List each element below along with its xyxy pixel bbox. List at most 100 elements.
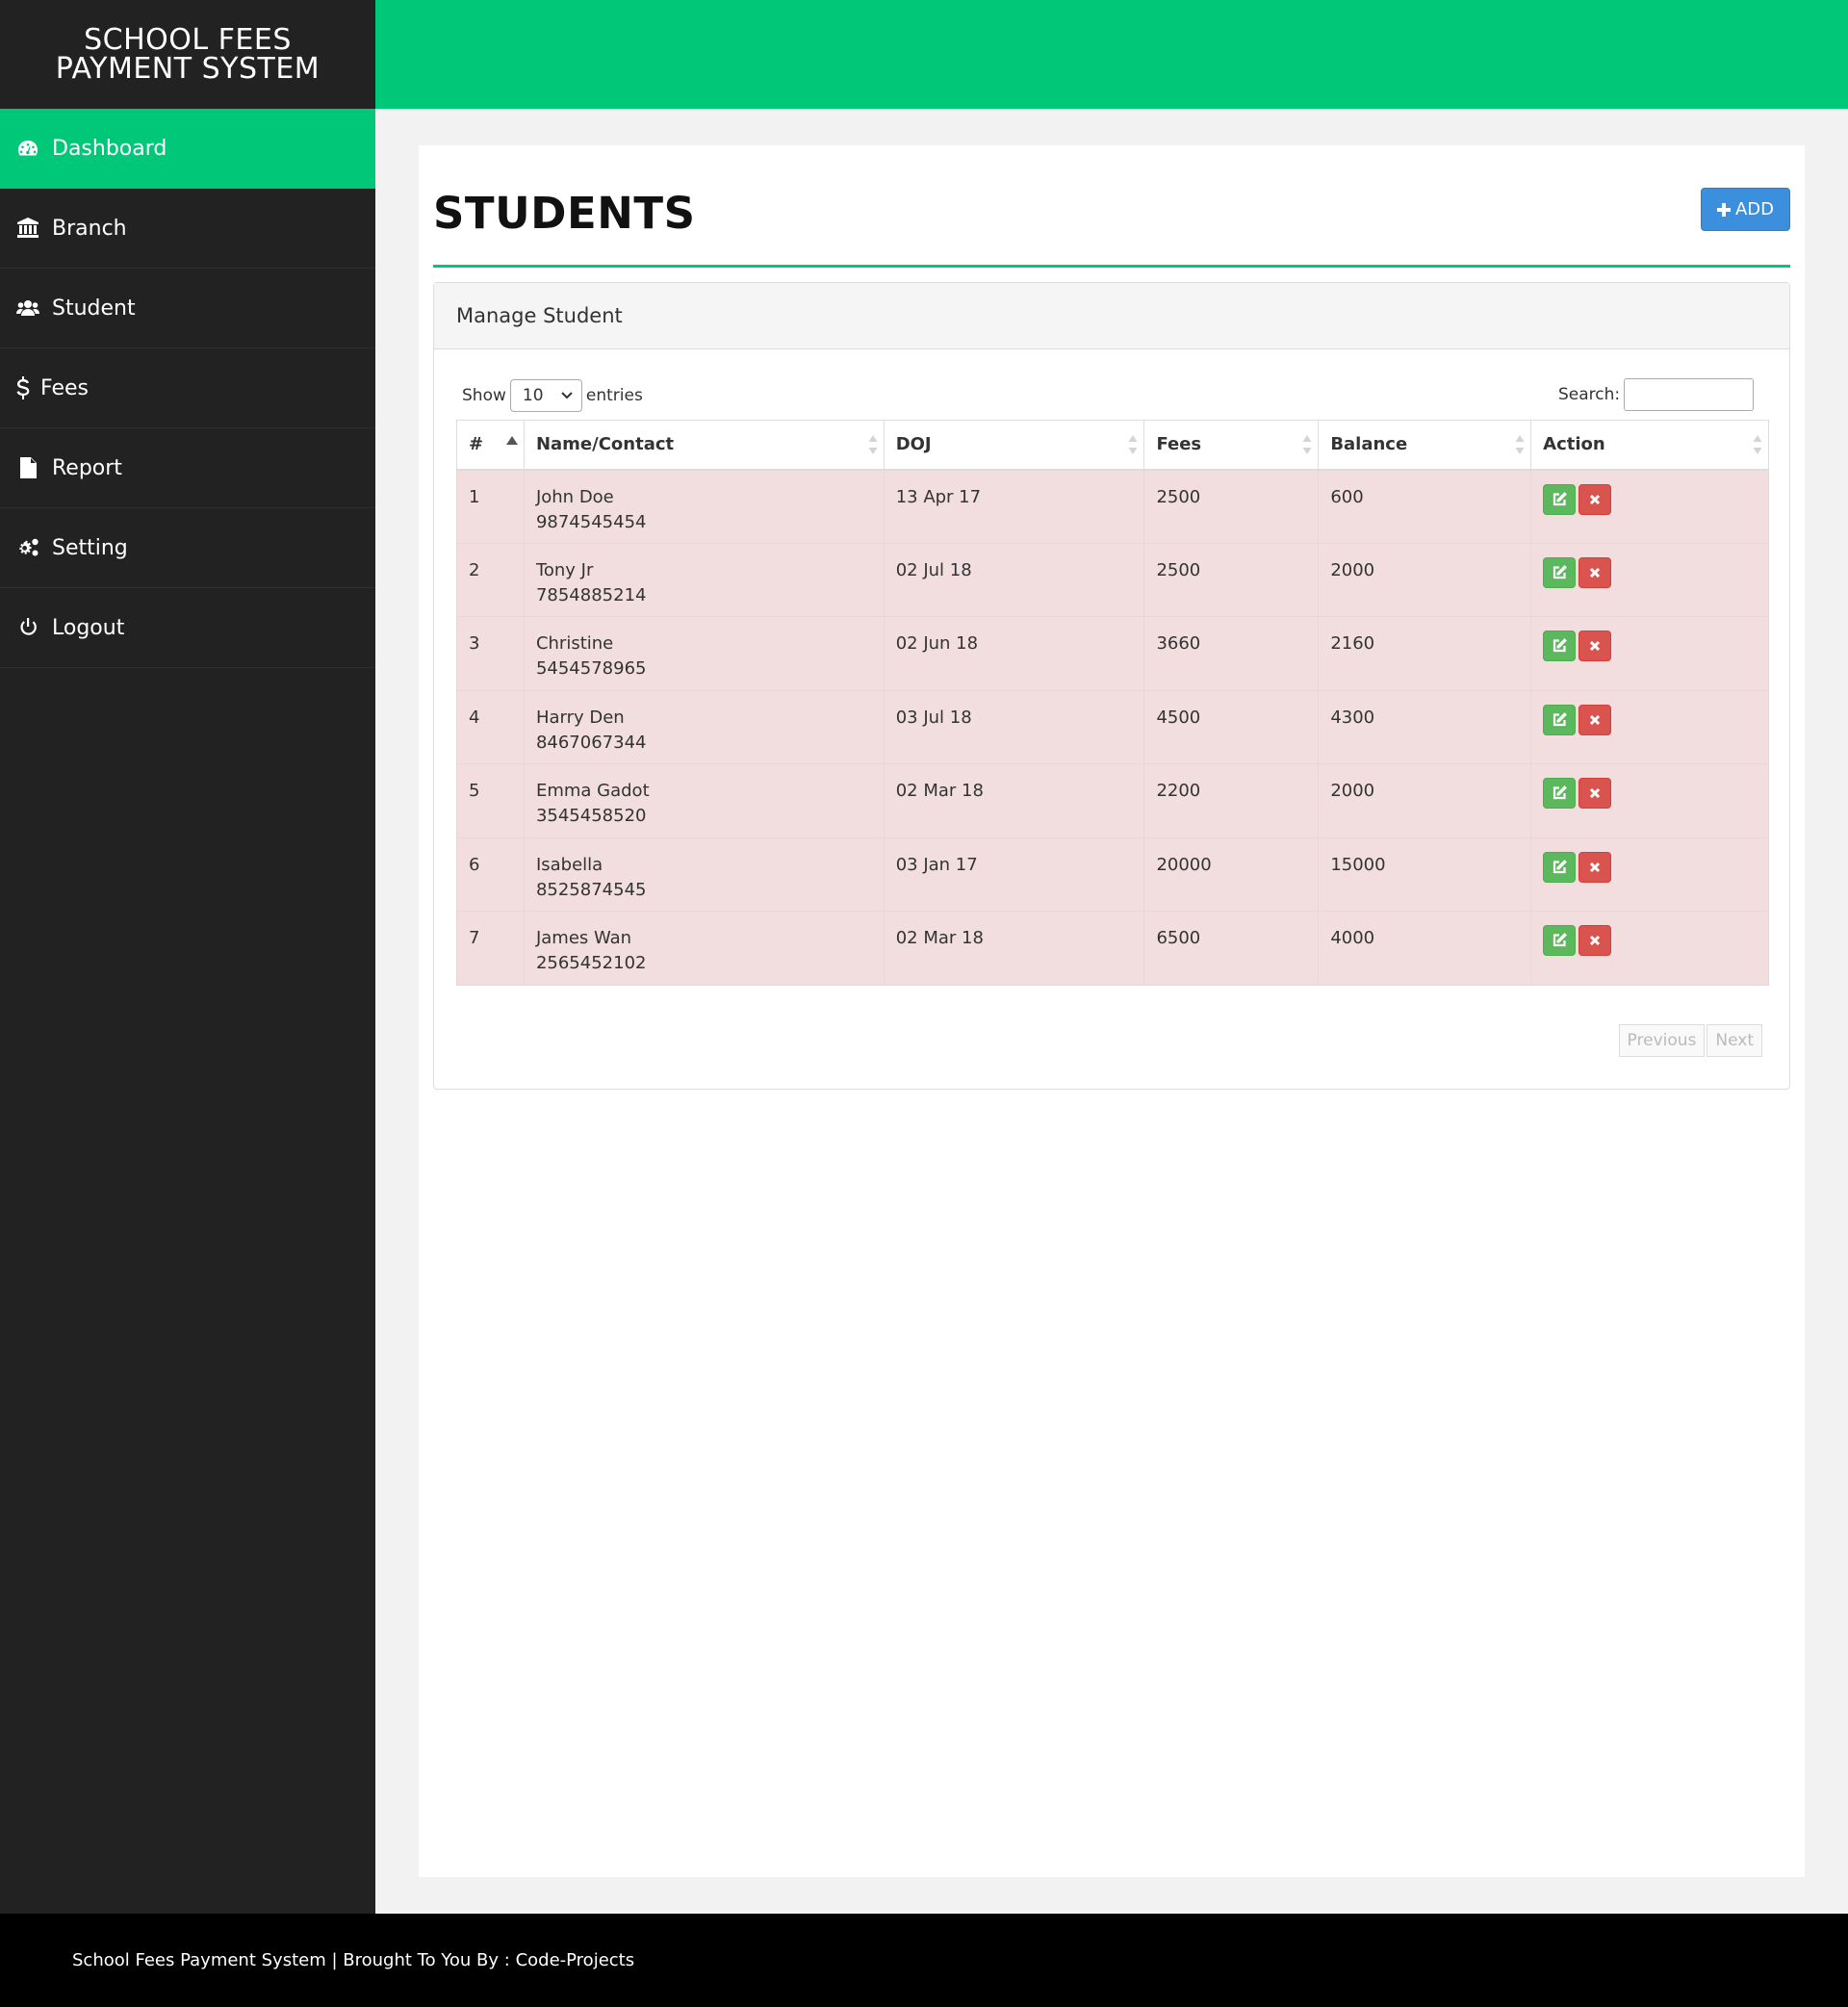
top-bar: [375, 0, 1848, 109]
main-content: STUDENTS ADD Manage Student Show 10 entr…: [419, 145, 1805, 1877]
sidebar-item-dashboard[interactable]: Dashboard: [0, 109, 375, 189]
delete-button[interactable]: [1578, 556, 1612, 588]
student-contact: 8525874545: [535, 879, 647, 900]
edit-button[interactable]: [1543, 925, 1577, 956]
student-name: Christine: [535, 633, 614, 654]
cell-number: 7: [456, 911, 525, 986]
cell-action: [1530, 469, 1769, 544]
add-button-label: ADD: [1734, 199, 1775, 219]
footer-text: School Fees Payment System | Brought To …: [72, 1950, 635, 1970]
sidebar-item-label: Dashboard: [52, 136, 167, 161]
edit-button[interactable]: [1543, 556, 1577, 588]
column-header-number[interactable]: #: [456, 420, 525, 471]
previous-page-button[interactable]: Previous: [1618, 1024, 1706, 1057]
column-header-doj[interactable]: DOJ: [883, 420, 1145, 471]
cell-doj: 02 Jun 18: [883, 616, 1145, 691]
column-header-action[interactable]: Action: [1530, 420, 1769, 471]
cell-name-contact: Christine 5454578965: [523, 616, 885, 691]
sort-icon: [1302, 435, 1312, 454]
student-contact: 7854885214: [535, 584, 647, 605]
student-contact: 2565452102: [535, 953, 647, 973]
student-name: John Doe: [535, 486, 614, 507]
table-header-row: # Name/Contact DOJ Fees Balance Action: [456, 420, 1769, 471]
edit-icon: [1553, 638, 1568, 653]
cell-balance: 4300: [1318, 689, 1532, 764]
delete-button[interactable]: [1578, 925, 1612, 956]
delete-button[interactable]: [1578, 778, 1612, 809]
cell-name-contact: Tony Jr 7854885214: [523, 542, 885, 617]
table-row: 4 Harry Den 8467067344 03 Jul 18 4500 430…: [456, 689, 1769, 764]
add-student-button[interactable]: ADD: [1701, 188, 1790, 231]
pagination: Previous Next: [1617, 1024, 1762, 1057]
search-input[interactable]: [1624, 378, 1755, 411]
edit-button[interactable]: [1543, 778, 1577, 809]
bank-icon: [13, 217, 42, 240]
delete-button[interactable]: [1578, 704, 1612, 735]
sidebar-item-setting[interactable]: Setting: [0, 508, 375, 588]
table-row: 2 Tony Jr 7854885214 02 Jul 18 2500 2000: [456, 542, 1769, 617]
entries-select[interactable]: 10: [509, 379, 582, 412]
sidebar-item-logout[interactable]: Logout: [0, 588, 375, 668]
close-icon: [1590, 935, 1601, 946]
delete-button[interactable]: [1578, 630, 1612, 661]
sidebar-item-branch[interactable]: Branch: [0, 189, 375, 269]
cell-name-contact: John Doe 9874545454: [523, 469, 885, 544]
column-header-fees[interactable]: Fees: [1143, 420, 1320, 471]
cell-doj: 02 Jul 18: [883, 542, 1145, 617]
cell-name-contact: James Wan 2565452102: [523, 911, 885, 986]
edit-button[interactable]: [1543, 851, 1577, 883]
student-name: Emma Gadot: [535, 781, 650, 801]
close-icon: [1590, 787, 1601, 799]
edit-button[interactable]: [1543, 630, 1577, 661]
delete-button[interactable]: [1578, 851, 1612, 883]
cell-doj: 13 Apr 17: [883, 469, 1145, 544]
cell-balance: 2000: [1318, 763, 1532, 838]
next-page-button[interactable]: Next: [1707, 1024, 1762, 1057]
cell-fees: 3660: [1143, 616, 1320, 691]
cell-name-contact: Isabella 8525874545: [523, 836, 885, 912]
cell-number: 5: [456, 763, 525, 838]
file-icon: [13, 456, 42, 479]
table-row: 1 John Doe 9874545454 13 Apr 17 2500 600: [456, 469, 1769, 544]
show-label: Show: [462, 386, 506, 405]
cell-action: [1530, 616, 1769, 691]
delete-button[interactable]: [1578, 483, 1612, 515]
cell-balance: 15000: [1318, 836, 1532, 912]
cell-doj: 02 Mar 18: [883, 911, 1145, 986]
cell-balance: 2160: [1318, 616, 1532, 691]
dollar-icon: [13, 376, 33, 399]
cell-fees: 4500: [1143, 689, 1320, 764]
table-row: 6 Isabella 8525874545 03 Jan 17 20000 150…: [456, 836, 1769, 912]
edit-button[interactable]: [1543, 483, 1577, 515]
sidebar: SCHOOL FEES PAYMENT SYSTEM Dashboard Bra…: [0, 0, 375, 1914]
cell-doj: 03 Jul 18: [883, 689, 1145, 764]
manage-student-panel: Manage Student Show 10 entries Search: #…: [433, 282, 1790, 1090]
sidebar-item-report[interactable]: Report: [0, 428, 375, 508]
chevron-down-icon: [561, 392, 573, 399]
search-label: Search:: [1558, 385, 1621, 404]
sidebar-item-fees[interactable]: Fees: [0, 348, 375, 428]
page-title: STUDENTS: [433, 188, 696, 239]
power-icon: [13, 616, 42, 639]
cell-number: 2: [456, 542, 525, 617]
edit-icon: [1553, 933, 1568, 947]
column-header-name[interactable]: Name/Contact: [523, 420, 885, 471]
cell-number: 1: [456, 469, 525, 544]
entries-select-value: 10: [522, 386, 544, 405]
sort-icon: [1128, 435, 1138, 454]
sort-icon: [868, 435, 878, 454]
student-contact: 3545458520: [535, 806, 647, 826]
search-control: Search:: [1558, 378, 1755, 411]
student-name: Tony Jr: [535, 559, 594, 580]
student-name: James Wan: [535, 928, 632, 948]
sidebar-item-student[interactable]: Student: [0, 269, 375, 348]
cell-number: 4: [456, 689, 525, 764]
edit-button[interactable]: [1543, 704, 1577, 735]
cell-fees: 6500: [1143, 911, 1320, 986]
users-icon: [13, 296, 42, 320]
column-header-balance[interactable]: Balance: [1318, 420, 1532, 471]
cell-fees: 20000: [1143, 836, 1320, 912]
close-icon: [1590, 862, 1601, 872]
sidebar-item-label: Fees: [40, 375, 89, 400]
student-contact: 5454578965: [535, 658, 647, 679]
